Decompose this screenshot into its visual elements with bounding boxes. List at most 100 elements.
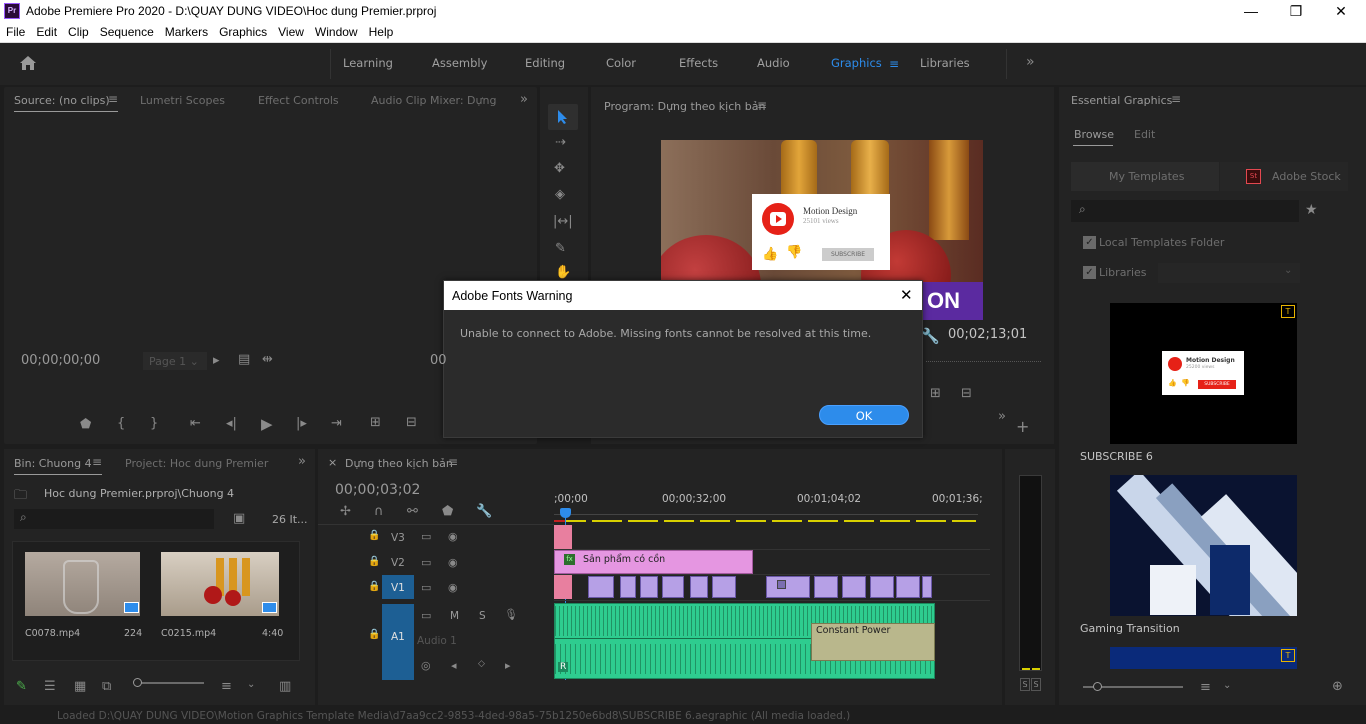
menu-file[interactable]: File xyxy=(0,22,30,39)
v1-clip[interactable] xyxy=(690,576,708,598)
microphone-icon[interactable]: 🎙 xyxy=(504,608,518,621)
thumbnail-size-slider[interactable] xyxy=(1083,682,1183,691)
go-to-out-icon[interactable]: ⇥ xyxy=(331,416,342,431)
workspace-audio[interactable]: Audio xyxy=(757,56,790,70)
mark-out-icon[interactable]: } xyxy=(150,416,158,431)
insert-icon[interactable]: ⊞ xyxy=(930,386,941,401)
workspace-learning[interactable]: Learning xyxy=(343,56,393,70)
sync-lock-icon[interactable]: ▭ xyxy=(421,530,431,543)
libraries-dropdown[interactable]: ⌄ xyxy=(1158,263,1300,283)
minimize-button[interactable]: — xyxy=(1228,0,1274,22)
menu-graphics[interactable]: Graphics xyxy=(213,22,272,39)
tab-adobe-stock[interactable]: St Adobe Stock xyxy=(1220,162,1348,191)
favorites-star-icon[interactable]: ★ xyxy=(1305,202,1318,218)
fit-icon[interactable]: ⇹ xyxy=(262,352,273,367)
menu-window[interactable]: Window xyxy=(309,22,363,39)
tab-effect-controls[interactable]: Effect Controls xyxy=(258,94,339,107)
sequence-menu-icon[interactable]: ≡ xyxy=(448,455,458,469)
tab-my-templates[interactable]: My Templates xyxy=(1071,162,1219,191)
track-v3-label[interactable]: V3 xyxy=(391,532,405,544)
mute-button[interactable]: M xyxy=(450,610,459,622)
workspace-assembly[interactable]: Assembly xyxy=(432,56,487,70)
restore-button[interactable]: ❐ xyxy=(1273,0,1319,22)
clip-thumbnail[interactable] xyxy=(161,552,279,616)
icon-view-icon[interactable]: ▦ xyxy=(74,679,86,694)
menu-help[interactable]: Help xyxy=(363,22,399,39)
essential-menu-icon[interactable]: ≡ xyxy=(1171,92,1181,106)
tab-sequence[interactable]: Dựng theo kịch bản xyxy=(345,457,453,470)
snap-icon[interactable]: ∩ xyxy=(374,504,384,519)
v1-clip[interactable] xyxy=(662,576,684,598)
button-editor-icon[interactable]: + xyxy=(1016,417,1029,436)
lock-icon[interactable]: 🔒 xyxy=(368,556,380,567)
timeline-settings-icon[interactable]: 🔧 xyxy=(476,504,492,519)
program-menu-icon[interactable]: ≡ xyxy=(757,98,767,112)
linked-selection-icon[interactable]: ⚯ xyxy=(407,504,418,519)
eye-icon[interactable]: ◉ xyxy=(448,530,458,543)
add-marker-icon[interactable]: ⬟ xyxy=(80,417,91,432)
automate-icon[interactable]: ▥ xyxy=(279,679,291,694)
template-thumbnail[interactable] xyxy=(1110,475,1297,616)
home-icon[interactable] xyxy=(19,55,37,71)
v1-clip[interactable] xyxy=(922,576,932,598)
zoom-slider[interactable] xyxy=(133,678,204,687)
sort-icon[interactable]: ≡ xyxy=(221,679,232,694)
slip-tool-icon[interactable]: |↔| xyxy=(553,214,573,229)
overwrite-icon[interactable]: ⊟ xyxy=(406,415,417,430)
mark-in-icon[interactable]: { xyxy=(117,416,125,431)
close-window-button[interactable]: ✕ xyxy=(1318,0,1364,22)
add-keyframe-icon[interactable]: ◇ xyxy=(478,659,485,669)
v3-clip[interactable] xyxy=(554,525,572,549)
time-ruler[interactable] xyxy=(554,509,978,515)
tab-program[interactable]: Program: Dựng theo kịch bản xyxy=(604,100,765,113)
tab-project[interactable]: Project: Hoc dung Premier xyxy=(125,457,268,470)
v1-clip[interactable] xyxy=(870,576,894,598)
v1-clip[interactable] xyxy=(766,576,810,598)
tab-bin[interactable]: Bin: Chuong 4 xyxy=(14,457,92,470)
track-v1-label[interactable]: V1 xyxy=(391,582,405,594)
tab-audio-clip-mixer[interactable]: Audio Clip Mixer: Dựng th xyxy=(371,94,497,107)
go-to-in-icon[interactable]: ⇤ xyxy=(190,416,201,431)
more-controls-icon[interactable]: » xyxy=(998,409,1006,424)
insert-icon[interactable]: ⊞ xyxy=(370,415,381,430)
menu-markers[interactable]: Markers xyxy=(159,22,213,39)
program-timecode[interactable]: 00;02;13;01 xyxy=(948,327,1027,342)
workspace-menu-icon[interactable]: ≡ xyxy=(889,57,899,71)
tab-source[interactable]: Source: (no clips) xyxy=(14,94,110,107)
track-a1-label[interactable]: A1 xyxy=(391,631,405,643)
lock-icon[interactable]: 🔒 xyxy=(368,581,380,592)
v1-clip[interactable] xyxy=(554,575,572,599)
bin-menu-icon[interactable]: ≡ xyxy=(92,455,102,469)
tab-browse[interactable]: Browse xyxy=(1074,128,1114,141)
page-next-icon[interactable]: ▸ xyxy=(213,353,220,368)
timeline-timecode[interactable]: 00;00;03;02 xyxy=(335,482,420,498)
more-tabs-icon[interactable]: » xyxy=(298,454,306,469)
workspace-effects[interactable]: Effects xyxy=(679,56,718,70)
libraries-checkbox[interactable]: ✓ xyxy=(1083,266,1096,279)
eye-icon[interactable]: ◉ xyxy=(448,556,458,569)
local-folder-checkbox[interactable]: ✓ xyxy=(1083,236,1096,249)
solo-right-button[interactable]: S xyxy=(1031,678,1041,691)
menu-clip[interactable]: Clip xyxy=(62,22,94,39)
source-timecode[interactable]: 00;00;00;00 xyxy=(21,353,100,368)
workspace-editing[interactable]: Editing xyxy=(525,56,565,70)
menu-edit[interactable]: Edit xyxy=(30,22,62,39)
tab-lumetri-scopes[interactable]: Lumetri Scopes xyxy=(140,94,225,107)
more-tabs-icon[interactable]: » xyxy=(520,92,528,107)
more-workspaces-icon[interactable]: » xyxy=(1026,54,1035,70)
v1-clip[interactable] xyxy=(620,576,636,598)
prev-keyframe-icon[interactable]: ◂ xyxy=(451,659,457,672)
play-icon[interactable]: ▶ xyxy=(261,415,273,433)
workspace-graphics[interactable]: Graphics xyxy=(831,56,882,70)
template-thumbnail[interactable]: T xyxy=(1110,647,1297,669)
v1-clip[interactable] xyxy=(712,576,736,598)
eye-icon[interactable]: ◉ xyxy=(448,581,458,594)
track-v2-label[interactable]: V2 xyxy=(391,557,405,569)
v1-clip[interactable] xyxy=(588,576,614,598)
install-template-icon[interactable]: ⊕ xyxy=(1332,679,1343,694)
menu-view[interactable]: View xyxy=(272,22,309,39)
templates-search-input[interactable]: ⌕ xyxy=(1071,200,1299,222)
wrench-icon[interactable]: 🔧 xyxy=(921,327,940,345)
settings-icon[interactable]: ▤ xyxy=(238,352,250,367)
solo-button[interactable]: S xyxy=(479,610,486,622)
